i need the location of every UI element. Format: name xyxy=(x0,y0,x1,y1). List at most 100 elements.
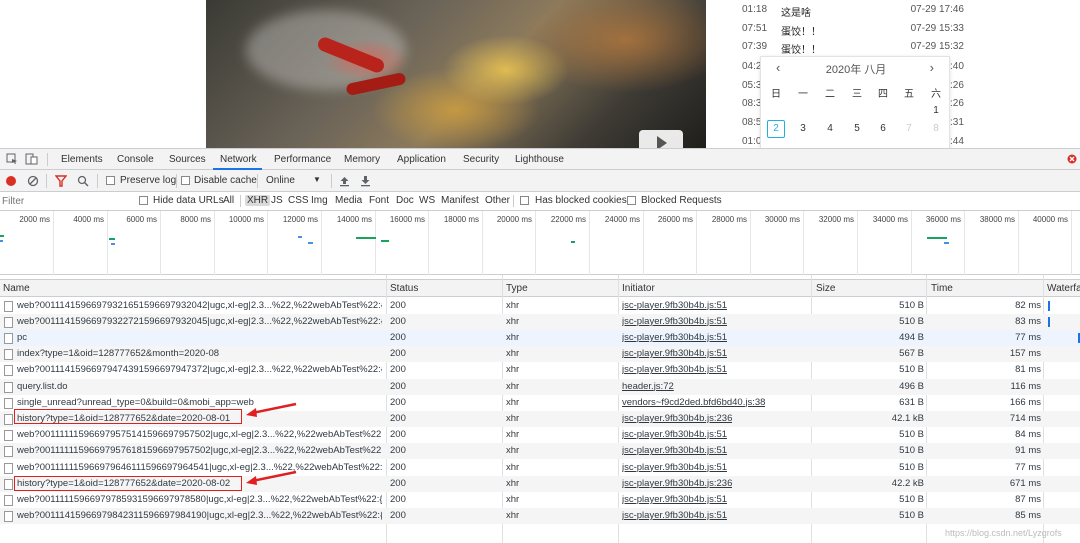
blocked-requests-checkbox[interactable] xyxy=(627,196,636,205)
calendar-day[interactable]: 3 xyxy=(794,123,812,134)
filter-type-doc[interactable]: Doc xyxy=(396,195,414,206)
tab-elements[interactable]: Elements xyxy=(61,154,103,165)
request-status: 200 xyxy=(390,380,406,392)
calendar-day[interactable]: 4 xyxy=(821,123,839,134)
request-row[interactable]: web?00111115966979785931596697978580|ugc… xyxy=(0,492,1080,508)
error-count-icon[interactable] xyxy=(1067,154,1077,164)
request-initiator[interactable]: jsc-player.9fb30b4b.js:51 xyxy=(622,462,727,473)
device-toolbar-icon[interactable] xyxy=(25,153,38,165)
filter-type-media[interactable]: Media xyxy=(335,195,362,206)
request-row[interactable]: web?00111111596697957618159669795​7502|u… xyxy=(0,443,1080,460)
request-initiator[interactable]: jsc-player.9fb30b4b.js:236 xyxy=(622,413,732,424)
request-type: xhr xyxy=(506,429,520,441)
filter-type-css[interactable]: CSS xyxy=(288,195,309,206)
annotation-highlight-box xyxy=(14,476,242,491)
request-initiator[interactable]: header.js:72 xyxy=(622,381,674,392)
request-initiator[interactable]: jsc-player.9fb30b4b.js:51 xyxy=(622,429,727,440)
column-header-status[interactable]: Status xyxy=(390,283,418,294)
request-row[interactable]: index?type=1&oid=128777652&month=2020-08… xyxy=(0,346,1080,363)
calendar-day[interactable]: 1 xyxy=(927,105,945,116)
request-row[interactable]: web?00111111596697964611159669796​4541|u… xyxy=(0,460,1080,476)
request-initiator[interactable]: jsc-player.9fb30b4b.js:51 xyxy=(622,300,727,311)
preserve-log-checkbox[interactable] xyxy=(106,176,115,185)
request-row[interactable]: web?00111111596697957514159669795​7502|u… xyxy=(0,427,1080,443)
filter-type-js[interactable]: JS xyxy=(271,195,283,206)
request-initiator[interactable]: jsc-player.9fb30b4b.js:51 xyxy=(622,348,727,359)
tab-network[interactable]: Network xyxy=(220,154,257,165)
video-player[interactable] xyxy=(206,0,706,148)
inspect-element-icon[interactable] xyxy=(6,153,18,165)
tab-performance[interactable]: Performance xyxy=(274,154,331,165)
column-header-waterfall[interactable]: Waterfall xyxy=(1047,283,1080,294)
request-time: 82 ms xyxy=(1015,299,1041,311)
calendar-day[interactable]: 7 xyxy=(900,123,918,134)
tab-application[interactable]: Application xyxy=(397,154,446,165)
timeline-tick-label: 4000 ms xyxy=(73,215,104,224)
timeline-gridline xyxy=(482,211,483,275)
column-header-initiator[interactable]: Initiator xyxy=(622,283,655,294)
divider xyxy=(47,153,48,166)
filter-type-manifest[interactable]: Manifest xyxy=(441,195,479,206)
danmaku-row[interactable]: 07:51 蛋饺！！ 07-29 15:33 xyxy=(742,23,964,41)
request-row[interactable]: web?00111415966979474391596697947372|ugc… xyxy=(0,362,1080,378)
request-initiator[interactable]: vendors~f9cd2ded.bfd6bd40.js:38 xyxy=(622,397,765,408)
column-header-name[interactable]: Name xyxy=(3,283,30,294)
request-type: xhr xyxy=(506,510,520,522)
import-har-icon[interactable] xyxy=(339,175,350,187)
filter-type-img[interactable]: Img xyxy=(311,195,328,206)
request-initiator[interactable]: jsc-player.9fb30b4b.js:51 xyxy=(622,364,727,375)
chevron-down-icon[interactable]: ▼ xyxy=(313,175,321,184)
request-initiator[interactable]: jsc-player.9fb30b4b.js:51 xyxy=(622,332,727,343)
request-name: web?00111415966979842311596697984190|ugc… xyxy=(17,510,382,522)
clear-icon[interactable] xyxy=(27,175,39,187)
request-initiator[interactable]: jsc-player.9fb30b4b.js:51 xyxy=(622,445,727,456)
request-initiator[interactable]: jsc-player.9fb30b4b.js:51 xyxy=(622,494,727,505)
danmaku-date: :31 xyxy=(950,117,964,128)
tab-sources[interactable]: Sources xyxy=(169,154,206,165)
request-size: 496 B xyxy=(899,380,924,392)
file-icon xyxy=(4,397,13,409)
file-icon xyxy=(4,349,13,361)
hide-data-urls-checkbox[interactable] xyxy=(139,196,148,205)
tab-lighthouse[interactable]: Lighthouse xyxy=(515,154,564,165)
export-har-icon[interactable] xyxy=(360,175,371,187)
has-blocked-cookies-checkbox[interactable] xyxy=(520,196,529,205)
request-row[interactable]: web?00111415966979842311596697984190|ugc… xyxy=(0,508,1080,525)
column-header-time[interactable]: Time xyxy=(931,283,953,294)
record-icon[interactable] xyxy=(5,175,17,187)
tab-security[interactable]: Security xyxy=(463,154,499,165)
filter-type-font[interactable]: Font xyxy=(369,195,389,206)
tab-console[interactable]: Console xyxy=(117,154,154,165)
filter-type-xhr[interactable]: XHR xyxy=(245,195,271,206)
calendar-weekday: 四 xyxy=(878,89,888,100)
calendar-day[interactable]: 8 xyxy=(927,123,945,134)
calendar-day[interactable]: 5 xyxy=(848,123,866,134)
calendar-day[interactable]: 6 xyxy=(874,123,892,134)
tab-memory[interactable]: Memory xyxy=(344,154,380,165)
divider xyxy=(97,174,98,188)
danmaku-row[interactable]: 01:18 这是啥 07-29 17:46 xyxy=(742,4,964,22)
request-row[interactable]: query.list.do 200 xhr header.js:72 496 B 116 … xyxy=(0,378,1080,395)
request-initiator[interactable]: jsc-player.9fb30b4b.js:236 xyxy=(622,478,732,489)
request-initiator[interactable]: jsc-player.9fb30b4b.js:51 xyxy=(622,510,727,521)
calendar-day[interactable]: 2 xyxy=(767,120,785,138)
timeline-gridline xyxy=(267,211,268,275)
request-row[interactable]: web?00111415966979321651596697932042|ugc… xyxy=(0,298,1080,314)
filter-type-other[interactable]: Other xyxy=(485,195,510,206)
filter-input[interactable] xyxy=(2,194,130,208)
chevron-right-icon[interactable]: › xyxy=(930,60,934,75)
throttling-select[interactable]: Online xyxy=(266,175,295,186)
column-header-size[interactable]: Size xyxy=(816,283,835,294)
filter-type-ws[interactable]: WS xyxy=(419,195,435,206)
disable-cache-checkbox[interactable] xyxy=(181,176,190,185)
request-row[interactable]: pc 200 xhr jsc-player.9fb30b4b.js:51 494 B 77… xyxy=(0,329,1080,347)
request-initiator[interactable]: jsc-player.9fb30b4b.js:51 xyxy=(622,316,727,327)
filter-type-all[interactable]: All xyxy=(223,195,234,206)
timeline-tick-label: 30000 ms xyxy=(764,215,800,224)
search-icon[interactable] xyxy=(77,175,89,187)
network-overview-timeline[interactable]: 2000 ms 4000 ms 6000 ms 8000 ms 10000 ms 1200… xyxy=(0,211,1080,275)
column-header-type[interactable]: Type xyxy=(506,283,528,294)
filter-icon[interactable] xyxy=(55,175,67,187)
play-icon[interactable] xyxy=(639,130,683,148)
request-row[interactable]: web?00111415966979322721596697932045|ugc… xyxy=(0,313,1080,330)
